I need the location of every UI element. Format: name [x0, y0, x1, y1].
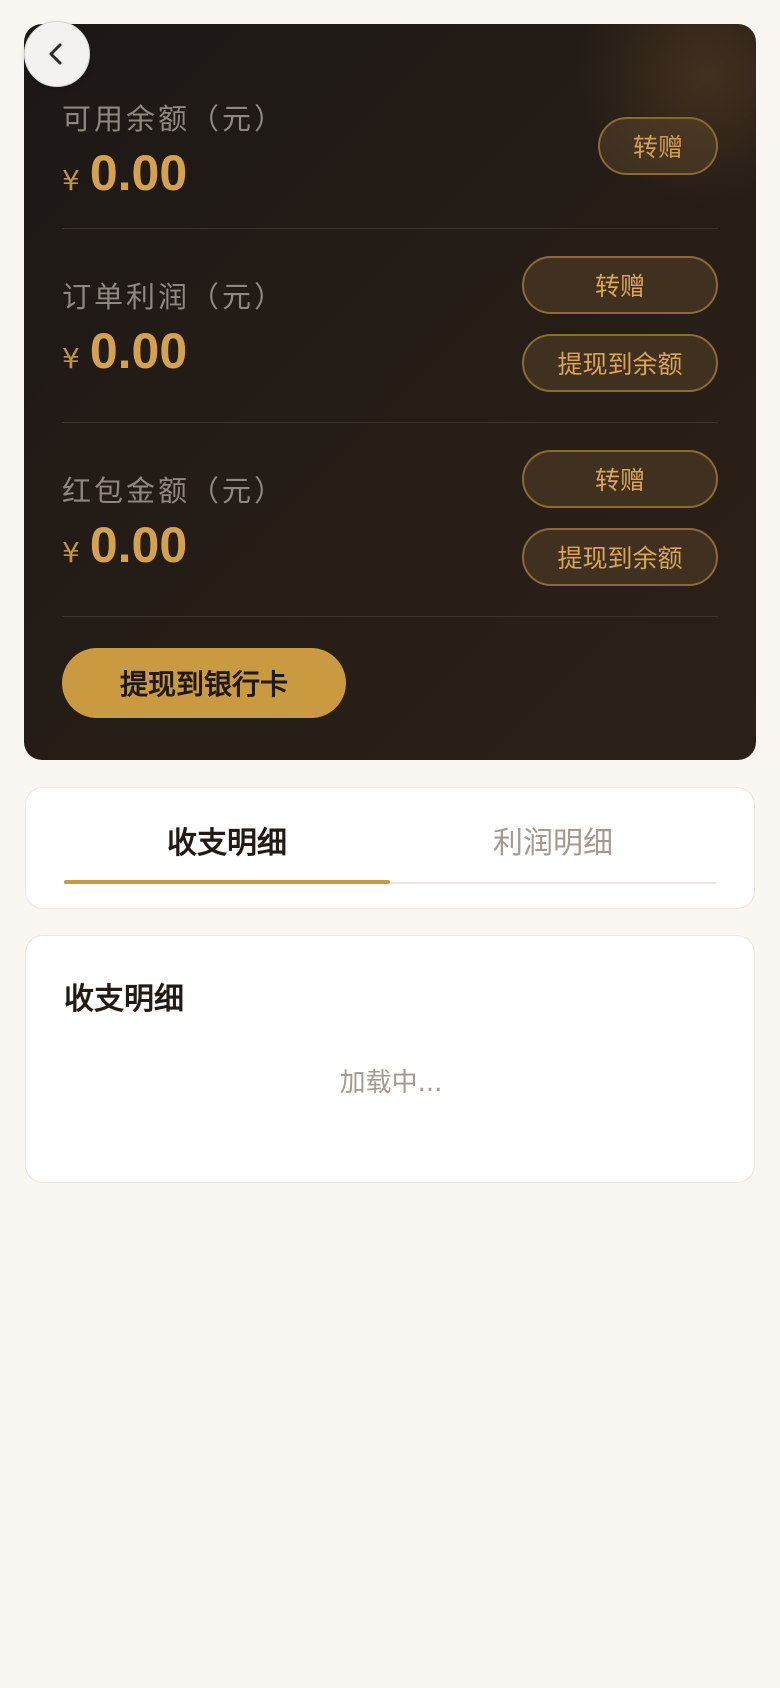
currency-symbol: ¥ — [62, 342, 80, 375]
order-profit-label: 订单利润（元） — [62, 280, 287, 314]
order-profit-withdraw-button[interactable]: 提现到余额 — [522, 334, 718, 392]
section-divider — [62, 616, 718, 617]
order-profit-amount: ¥ 0.00 — [62, 326, 187, 376]
available-transfer-button[interactable]: 转赠 — [598, 117, 718, 175]
red-packet-withdraw-button[interactable]: 提现到余额 — [522, 528, 718, 586]
currency-symbol: ¥ — [62, 536, 80, 569]
red-packet-label: 红包金额（元） — [62, 474, 287, 508]
red-packet-value: 0.00 — [89, 517, 188, 573]
red-packet-transfer-button[interactable]: 转赠 — [522, 450, 718, 508]
active-tab-indicator — [64, 880, 390, 884]
order-profit-section: 订单利润（元） ¥ 0.00 转赠 提现到余额 — [62, 229, 718, 423]
wallet-card: 可用余额（元） ¥ 0.00 转赠 订单利润（元） ¥ 0.00 转赠 提现到余… — [24, 24, 756, 760]
available-balance-amount: ¥ 0.00 — [62, 148, 187, 198]
red-packet-section: 红包金额（元） ¥ 0.00 转赠 提现到余额 — [62, 423, 718, 617]
transactions-title: 收支明细 — [64, 982, 184, 1017]
tab-income-expense[interactable]: 收支明细 — [64, 818, 390, 862]
withdraw-to-bank-button[interactable]: 提现到银行卡 — [62, 648, 346, 718]
order-profit-value: 0.00 — [89, 323, 188, 379]
chevron-left-icon — [49, 43, 62, 65]
tab-profit-details[interactable]: 利润明细 — [390, 818, 716, 862]
tabs-card: 收支明细 利润明细 — [25, 787, 755, 909]
transactions-card: 收支明细 加载中... — [25, 935, 755, 1183]
back-button[interactable] — [24, 21, 90, 87]
available-balance-label: 可用余额（元） — [62, 102, 287, 136]
available-balance-section: 可用余额（元） ¥ 0.00 转赠 — [62, 24, 718, 229]
order-profit-transfer-button[interactable]: 转赠 — [522, 256, 718, 314]
red-packet-amount: ¥ 0.00 — [62, 520, 187, 570]
available-balance-value: 0.00 — [89, 145, 188, 201]
loading-text: 加载中... — [339, 1068, 443, 1098]
currency-symbol: ¥ — [62, 164, 80, 197]
